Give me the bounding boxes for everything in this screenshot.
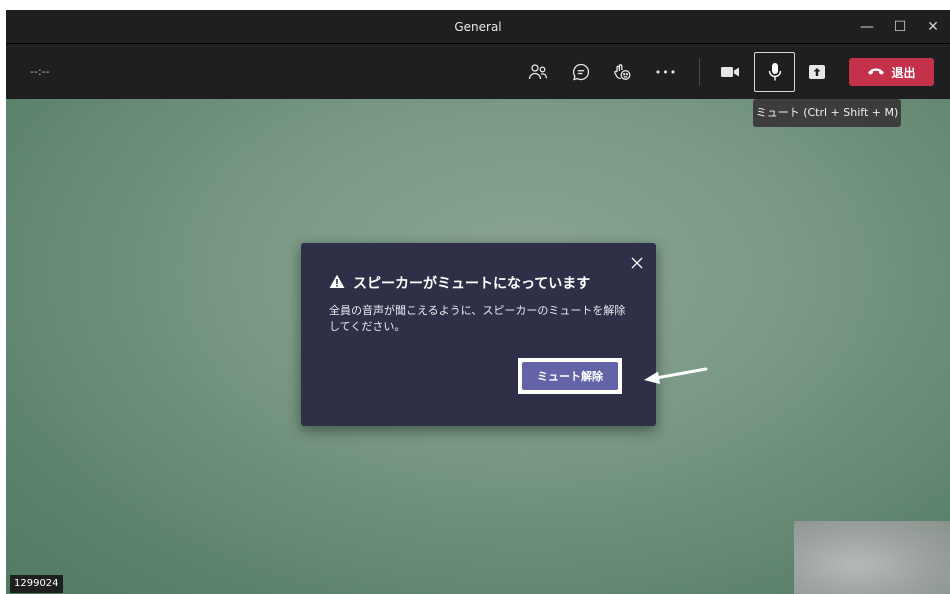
people-icon (528, 63, 548, 81)
share-screen-button[interactable] (798, 53, 836, 91)
chat-button[interactable] (562, 53, 600, 91)
teams-meeting-window: General — ☐ ✕ --:-- ••• 退出 1299024 ミュート … (6, 10, 950, 594)
maximize-button[interactable]: ☐ (883, 10, 917, 44)
dialog-close-button[interactable] (629, 255, 645, 271)
meeting-timer: --:-- (30, 65, 50, 78)
minimize-button[interactable]: — (850, 10, 884, 44)
leave-meeting-button[interactable]: 退出 (849, 58, 934, 86)
dialog-title-text: スピーカーがミュートになっています (353, 276, 591, 292)
annotation-arrow-icon (644, 367, 708, 384)
raise-hand-icon (612, 62, 632, 82)
phone-hangup-icon (867, 65, 885, 79)
camera-button[interactable] (711, 53, 749, 91)
window-title: General (454, 20, 502, 34)
dialog-title: スピーカーがミュートになっています (329, 273, 590, 293)
dialog-message: 全員の音声が聞こえるように、スピーカーのミュートを解除してください。 (329, 304, 626, 333)
chat-icon (571, 62, 591, 82)
participant-id-label: 1299024 (10, 575, 63, 593)
meeting-toolbar: --:-- ••• 退出 (6, 44, 950, 99)
share-screen-icon (808, 64, 826, 80)
speaker-muted-dialog: スピーカーがミュートになっています 全員の音声が聞こえるように、スピーカーのミュ… (301, 243, 656, 426)
unmute-button-highlight: ミュート解除 (518, 358, 622, 394)
self-view-video (794, 521, 950, 594)
mute-microphone-button[interactable] (754, 52, 795, 92)
participants-button[interactable] (519, 53, 557, 91)
more-options-button[interactable]: ••• (647, 53, 685, 91)
leave-button-label: 退出 (891, 65, 916, 80)
toolbar-divider (699, 58, 700, 86)
close-window-button[interactable]: ✕ (916, 10, 950, 44)
microphone-icon (768, 62, 782, 82)
mute-tooltip: ミュート (Ctrl + Shift + M) (753, 99, 901, 127)
title-bar: General — ☐ ✕ (6, 10, 950, 44)
warning-icon (329, 274, 345, 293)
unmute-button[interactable]: ミュート解除 (522, 362, 618, 390)
camera-icon (720, 65, 740, 79)
more-icon: ••• (654, 65, 678, 79)
close-icon (631, 254, 643, 273)
reactions-button[interactable] (603, 53, 641, 91)
